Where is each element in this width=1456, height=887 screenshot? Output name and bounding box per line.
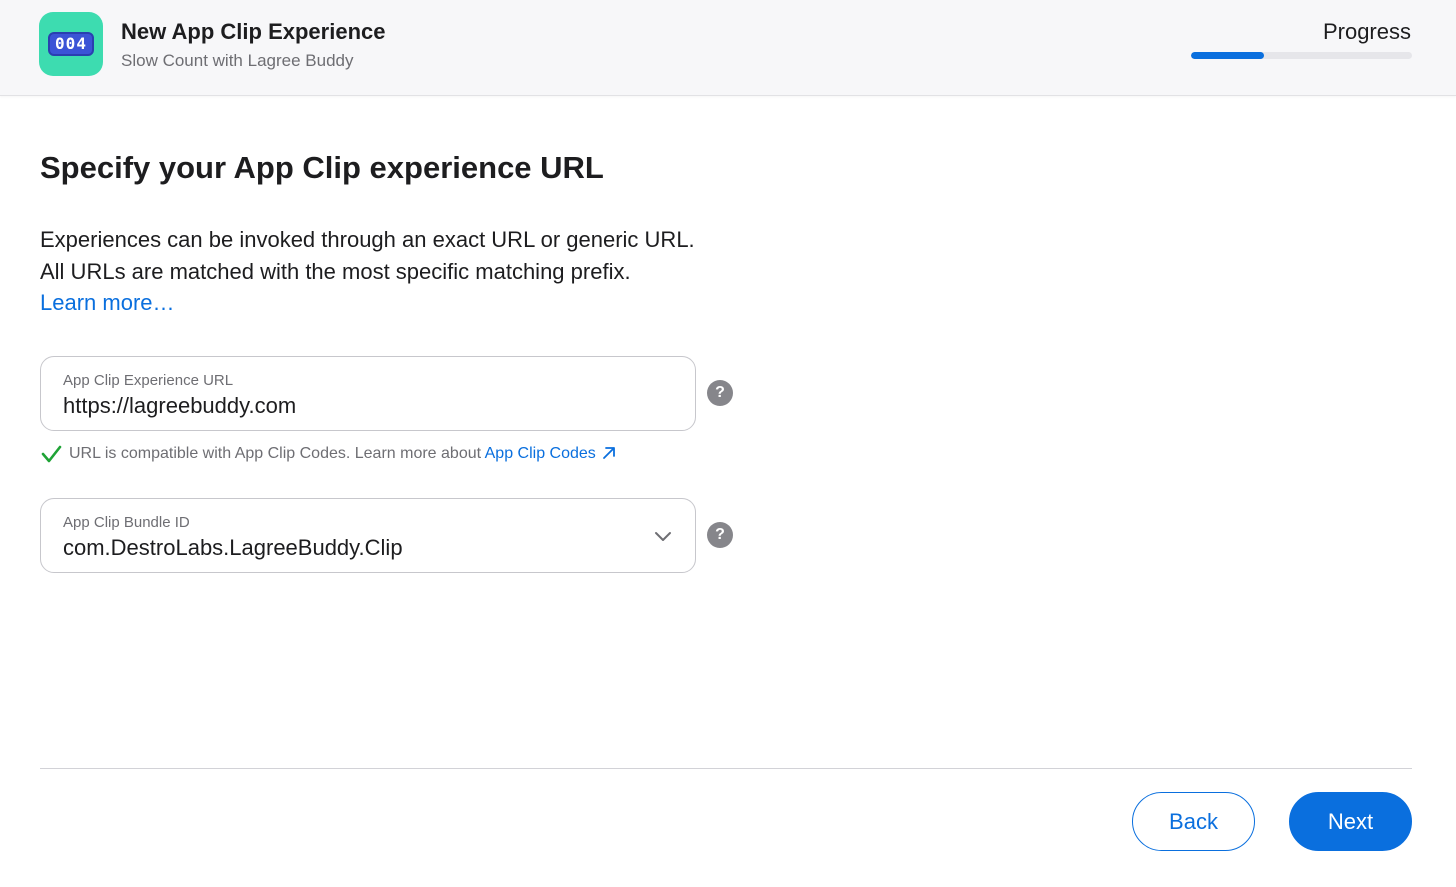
- hint-text-wrap: URL is compatible with App Clip Codes. L…: [69, 444, 616, 463]
- back-button[interactable]: Back: [1132, 792, 1255, 851]
- app-icon: 004: [39, 12, 103, 76]
- app-clip-codes-link[interactable]: App Clip Codes: [485, 445, 596, 462]
- learn-more-link[interactable]: Learn more…: [40, 290, 175, 316]
- app-subtitle: Slow Count with Lagree Buddy: [121, 51, 354, 70]
- progress-label: Progress: [1322, 19, 1411, 44]
- bundle-id-label: App Clip Bundle ID: [63, 514, 190, 531]
- description-line: Experiences can be invoked through an ex…: [40, 227, 695, 252]
- footer-divider: [40, 768, 1412, 769]
- url-field-label: App Clip Experience URL: [63, 372, 234, 389]
- url-help-icon[interactable]: ?: [707, 380, 733, 406]
- progress-bar: [1191, 52, 1412, 59]
- header-bar: 004 New App Clip Experience Slow Count w…: [0, 0, 1456, 96]
- next-button[interactable]: Next: [1289, 792, 1412, 851]
- page-title: Specify your App Clip experience URL: [40, 150, 604, 185]
- app-icon-counter: 004: [48, 32, 94, 56]
- progress-fill: [1191, 52, 1264, 59]
- app-title: New App Clip Experience: [121, 19, 386, 44]
- external-arrow-icon[interactable]: [602, 446, 616, 460]
- chevron-down-icon[interactable]: [653, 526, 673, 546]
- checkmark-icon: [41, 445, 62, 463]
- url-field[interactable]: App Clip Experience URL https://lagreebu…: [40, 356, 696, 431]
- hint-text: URL is compatible with App Clip Codes. L…: [69, 445, 485, 462]
- url-input[interactable]: https://lagreebuddy.com: [63, 393, 296, 419]
- description: Experiences can be invoked through an ex…: [40, 224, 695, 288]
- description-line: All URLs are matched with the most speci…: [40, 259, 631, 284]
- bundle-id-value[interactable]: com.DestroLabs.LagreeBuddy.Clip: [63, 535, 403, 561]
- bundle-id-select[interactable]: App Clip Bundle ID com.DestroLabs.Lagree…: [40, 498, 696, 573]
- bundle-help-icon[interactable]: ?: [707, 522, 733, 548]
